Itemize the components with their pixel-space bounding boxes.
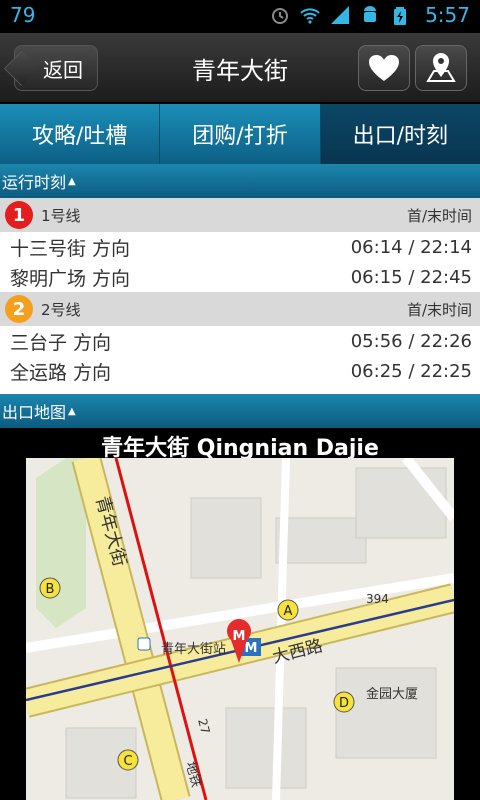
line-header-1: 1 1号线 首/末时间 — [0, 198, 480, 232]
tab-exits-schedule-label: 出口/时刻 — [352, 124, 449, 149]
exit-map-section-header[interactable]: 出口地图 ▲ — [0, 394, 480, 428]
direction-label: 三台子 方向 — [10, 331, 112, 354]
collapse-triangle-icon: ▲ — [68, 175, 76, 187]
exit-map-section-title: 出口地图 — [2, 403, 67, 422]
exit-b-label: B — [46, 582, 55, 597]
exit-d-marker[interactable]: D — [333, 691, 355, 713]
schedule-section-header[interactable]: 运行时刻 ▲ — [0, 164, 480, 198]
time-range: 06:25 / 22:25 — [350, 360, 472, 382]
schedule-row: 全运路 方向 06:25 / 22:25 — [0, 356, 480, 386]
schedule-list: 1 1号线 首/末时间 十三号街 方向 06:14 / 22:14 黎明广场 方… — [0, 198, 480, 394]
exit-map[interactable]: 青年大街 大西路 青年大街站 金园大厦 394 27 地铁 A B C D M … — [26, 458, 454, 800]
direction-label: 黎明广场 方向 — [10, 267, 131, 290]
heart-icon — [369, 55, 399, 81]
exit-d-label: D — [339, 696, 349, 711]
time-range: 06:14 / 22:14 — [350, 236, 472, 258]
line-name: 1号线 — [41, 206, 81, 225]
schedule-section-title: 运行时刻 — [2, 173, 67, 192]
collapse-triangle-icon: ▲ — [68, 405, 76, 417]
time-range: 06:15 / 22:45 — [350, 266, 472, 288]
direction-label: 全运路 方向 — [10, 361, 112, 384]
location-pin-label: M — [233, 629, 246, 644]
tab-guides[interactable]: 攻略/吐槽 — [0, 104, 161, 164]
station-label: 青年大街站 — [161, 642, 226, 657]
direction-label: 十三号街 方向 — [10, 237, 131, 260]
back-button[interactable]: 返回 — [14, 45, 98, 91]
map-graphic: 青年大街 大西路 青年大街站 金园大厦 394 27 地铁 A B C D M … — [26, 458, 454, 800]
exit-a-label: A — [284, 604, 293, 619]
alarm-icon — [272, 8, 289, 24]
exit-a-marker[interactable]: A — [277, 599, 299, 621]
tab-guides-label: 攻略/吐槽 — [31, 124, 128, 149]
android-icon — [364, 6, 377, 22]
schedule-row: 黎明广场 方向 06:15 / 22:45 — [0, 262, 480, 292]
map-pin-icon — [426, 53, 456, 82]
time-header: 首/末时间 — [406, 300, 472, 319]
exit-c-label: C — [123, 754, 132, 769]
schedule-row: 十三号街 方向 06:14 / 22:14 — [0, 232, 480, 262]
tab-deals[interactable]: 团购/打折 — [160, 104, 321, 164]
favorite-button[interactable] — [358, 45, 410, 91]
tab-deals-label: 团购/打折 — [192, 124, 288, 149]
line-badge-2: 2 — [5, 295, 33, 323]
exit-b-marker[interactable]: B — [39, 577, 61, 599]
signal-icon — [331, 6, 350, 24]
battery-icon — [394, 7, 407, 25]
status-number: 79 — [10, 3, 36, 27]
exit-map-area: 青年大街 Qingnian Dajie 青年大街 大西路 青年大街站 金园大厦 … — [0, 428, 480, 800]
tab-exits-schedule[interactable]: 出口/时刻 — [320, 104, 480, 164]
tab-bar: 攻略/吐槽 团购/打折 出口/时刻 — [0, 104, 480, 164]
map-location-button[interactable] — [415, 45, 467, 91]
status-bar: 79 5:57 — [0, 0, 480, 33]
time-header: 首/末时间 — [406, 206, 472, 225]
line-badge-1: 1 — [5, 201, 33, 229]
building-label: 金园大厦 — [366, 686, 418, 702]
schedule-row: 三台子 方向 05:56 / 22:26 — [0, 326, 480, 356]
title-bar: 返回 青年大街 — [0, 33, 480, 103]
road-number-394: 394 — [366, 592, 389, 606]
status-time: 5:57 — [425, 3, 470, 27]
line-header-2: 2 2号线 首/末时间 — [0, 292, 480, 326]
time-range: 05:56 / 22:26 — [350, 330, 472, 352]
back-button-label: 返回 — [43, 57, 83, 82]
wifi-icon — [300, 8, 320, 24]
page-title: 青年大街 — [192, 57, 288, 85]
exit-c-marker[interactable]: C — [117, 749, 139, 771]
line-name: 2号线 — [41, 300, 81, 319]
svg-text:M: M — [245, 641, 258, 656]
